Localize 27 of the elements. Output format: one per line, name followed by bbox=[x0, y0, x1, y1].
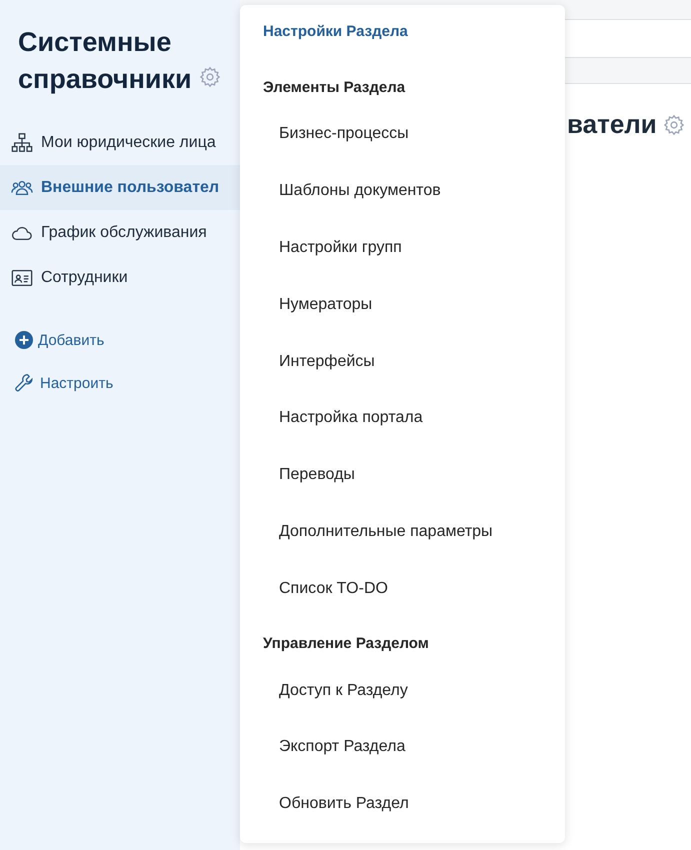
menu-item[interactable]: Настройка портала bbox=[240, 390, 423, 447]
page-title: Системные справочники bbox=[0, 0, 240, 98]
menu-item[interactable]: Экспорт Раздела bbox=[240, 718, 406, 776]
sidebar-item[interactable]: График обслуживания bbox=[0, 210, 240, 255]
menu-title[interactable]: Настройки Раздела bbox=[240, 23, 408, 61]
plus-circle-icon bbox=[14, 330, 34, 350]
menu-item[interactable]: Список TO-DO bbox=[240, 560, 388, 618]
add-link[interactable]: Добавить bbox=[14, 330, 104, 350]
settings-icon[interactable] bbox=[662, 114, 685, 136]
menu-section-heading: Управление Разделом bbox=[262, 635, 429, 652]
menu-item[interactable]: Переводы bbox=[240, 446, 355, 504]
menu-item[interactable]: Доступ к Разделу bbox=[240, 662, 408, 719]
hierarchy-icon bbox=[11, 132, 33, 154]
menu-item[interactable]: Настройки групп bbox=[240, 220, 402, 276]
sidebar-item[interactable]: Внешние пользовател bbox=[0, 165, 240, 210]
page-heading: ватели bbox=[567, 109, 657, 140]
menu-item[interactable]: Бизнес-процессы bbox=[240, 106, 409, 163]
menu-section-heading: Элементы Раздела bbox=[262, 79, 406, 96]
menu-item[interactable]: Интерфейсы bbox=[240, 333, 375, 390]
configure-link[interactable]: Настроить bbox=[14, 372, 114, 394]
menu-item[interactable]: Обновить Раздел bbox=[240, 776, 409, 833]
menu-item[interactable]: Нумераторы bbox=[240, 276, 372, 334]
sidebar-item[interactable]: Мои юридические лица bbox=[0, 120, 240, 165]
sidebar-item[interactable]: Сотрудники bbox=[0, 255, 240, 300]
menu-item[interactable]: Дополнительные параметры bbox=[240, 504, 493, 560]
settings-icon[interactable] bbox=[199, 66, 222, 88]
menu-item[interactable]: Шаблоны документов bbox=[240, 162, 441, 220]
